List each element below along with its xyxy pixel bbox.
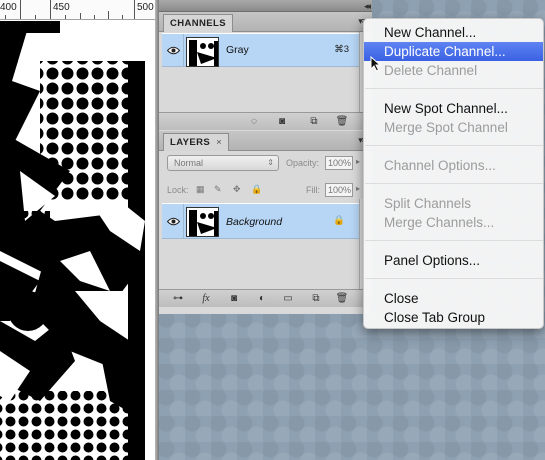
halftone-artwork [0, 21, 145, 460]
menu-separator [365, 145, 543, 146]
ruler-label: 450 [53, 2, 70, 13]
menu-item-merge-channels[interactable]: Merge Channels... [364, 213, 543, 232]
chevron-updown-icon: ⇕ [267, 158, 274, 167]
tab-label: CHANNELS [170, 18, 226, 29]
menu-item-split-channels[interactable]: Split Channels [364, 194, 543, 213]
channels-tabbar: CHANNELS ▾≡ [159, 12, 372, 32]
new-layer-icon[interactable]: ⧉ [309, 292, 323, 305]
lock-label: Lock: [167, 185, 189, 195]
menu-separator [365, 88, 543, 89]
visibility-eye-icon[interactable] [164, 34, 184, 66]
layer-thumbnail [186, 207, 219, 237]
tab-channels[interactable]: CHANNELS [163, 14, 233, 32]
menu-item-channel-options[interactable]: Channel Options... [364, 156, 543, 175]
channel-thumbnail [186, 37, 219, 67]
load-selection-icon[interactable]: ◌ [247, 115, 261, 128]
channel-shortcut: ⌘3 [334, 44, 349, 55]
lock-move-icon[interactable]: ✥ [233, 184, 241, 195]
fill-label: Fill: [306, 185, 320, 195]
save-selection-icon[interactable]: ◙ [275, 115, 289, 128]
menu-item-panel-options[interactable]: Panel Options... [364, 251, 543, 270]
channels-panel-body: Gray ⌘3 [159, 32, 372, 112]
collapse-icon[interactable]: ◂◂ [364, 0, 371, 12]
visibility-eye-icon[interactable] [164, 204, 184, 238]
menu-item-duplicate-channel[interactable]: Duplicate Channel... [364, 42, 543, 61]
blend-mode-value: Normal [174, 158, 204, 168]
layers-tabbar: LAYERS × ▾≡ [159, 131, 372, 151]
menu-item-delete-channel[interactable]: Delete Channel [364, 61, 543, 80]
lock-brush-icon[interactable]: ✎ [214, 184, 222, 195]
menu-separator [365, 278, 543, 279]
chevron-right-icon[interactable]: ▸ [356, 184, 360, 193]
ruler-label: 400 [0, 2, 17, 13]
lock-icon: 🔒 [333, 215, 345, 226]
panel-dock: ◂◂ CHANNELS ▾≡ Gray ⌘3 ◌ ◙ ⧉ 🗑 LAYERS × [159, 0, 372, 314]
lock-all-icon[interactable]: 🔒 [251, 184, 262, 195]
opacity-field[interactable]: 100% [325, 156, 353, 170]
layer-row[interactable]: Background 🔒 [162, 203, 359, 239]
channels-flyout-menu: New Channel... Duplicate Channel... Dele… [363, 18, 544, 329]
trash-icon[interactable]: 🗑 [335, 115, 349, 128]
layer-mask-icon[interactable]: ◙ [227, 292, 241, 305]
lock-transparency-icon[interactable]: ▦ [196, 184, 205, 195]
adjustment-layer-icon[interactable]: ◐ [255, 292, 269, 305]
blend-mode-select[interactable]: Normal ⇕ [167, 155, 279, 171]
opacity-label: Opacity: [286, 158, 320, 168]
channel-name: Gray [226, 44, 249, 56]
dock-title-bar[interactable]: ◂◂ [159, 0, 372, 12]
menu-item-merge-spot-channel[interactable]: Merge Spot Channel [364, 118, 543, 137]
new-channel-icon[interactable]: ⧉ [307, 115, 321, 128]
menu-item-new-channel[interactable]: New Channel... [364, 23, 543, 42]
chevron-right-icon[interactable]: ▸ [356, 157, 360, 166]
tab-label: LAYERS [170, 137, 211, 148]
fx-icon[interactable]: fx [199, 292, 213, 305]
folder-icon[interactable]: ▭ [281, 292, 295, 305]
channel-row[interactable]: Gray ⌘3 [162, 33, 359, 67]
layer-name: Background [226, 216, 283, 228]
tab-layers[interactable]: LAYERS × [163, 133, 230, 151]
trash-icon[interactable]: 🗑 [335, 292, 349, 305]
mouse-pointer-icon [370, 56, 382, 72]
layers-footer: ⊶ fx ◙ ◐ ▭ ⧉ 🗑 [159, 289, 372, 307]
menu-separator [365, 183, 543, 184]
menu-item-new-spot-channel[interactable]: New Spot Channel... [364, 99, 543, 118]
channels-footer: ◌ ◙ ⧉ 🗑 [159, 112, 372, 130]
layers-panel-body: Normal ⇕ Opacity: 100% ▸ Lock: ▦ ✎ ✥ 🔒 F… [159, 151, 372, 294]
menu-item-close[interactable]: Close [364, 289, 543, 308]
horizontal-ruler: 400 450 500 [0, 0, 158, 20]
link-layers-icon[interactable]: ⊶ [171, 292, 185, 305]
close-icon[interactable]: × [216, 137, 222, 148]
menu-item-close-tab-group[interactable]: Close Tab Group [364, 308, 543, 327]
fill-field[interactable]: 100% [325, 183, 353, 197]
document-canvas[interactable]: 400 450 500 [0, 0, 158, 460]
menu-separator [365, 240, 543, 241]
ruler-label: 500 [137, 2, 154, 13]
